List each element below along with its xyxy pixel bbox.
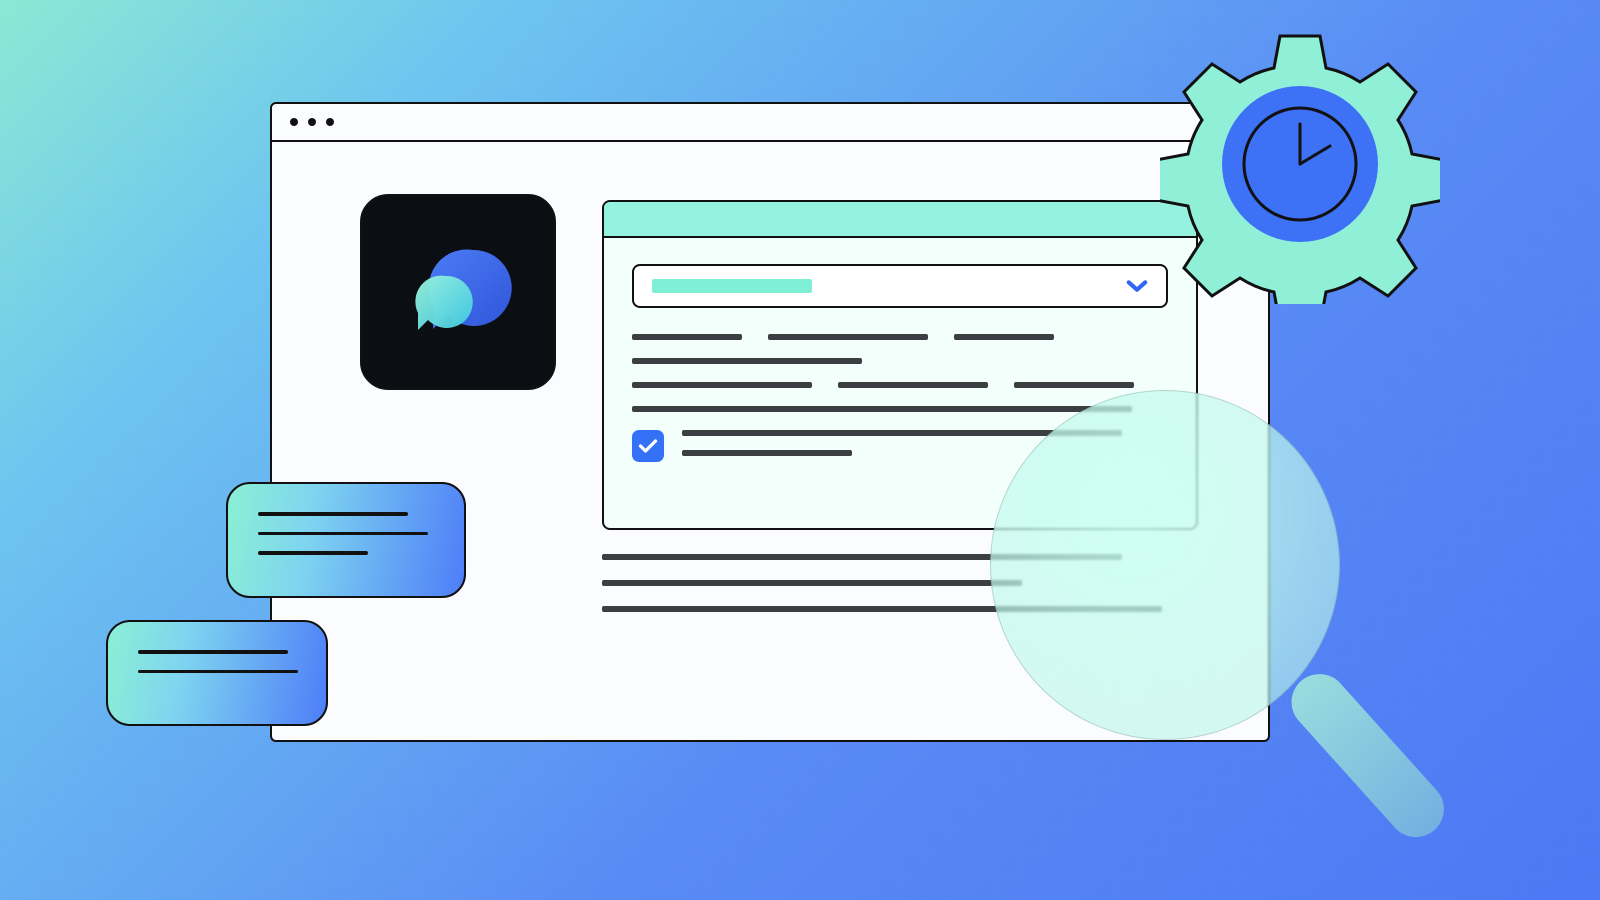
text-placeholder: [768, 334, 928, 340]
checkbox-label-placeholder: [682, 430, 1168, 470]
chat-bubble-icon: [398, 232, 518, 352]
window-titlebar: [272, 104, 1268, 142]
checkbox[interactable]: [632, 430, 664, 462]
chat-bubble: [106, 620, 328, 726]
browser-window: [270, 102, 1270, 742]
text-placeholder: [258, 512, 408, 516]
text-placeholder: [138, 650, 288, 654]
text-placeholder: [954, 334, 1054, 340]
window-dot-icon: [308, 118, 316, 126]
check-icon: [638, 438, 658, 454]
dropdown-value-placeholder: [652, 279, 812, 293]
panel-header: [604, 202, 1196, 238]
chat-bubble: [226, 482, 466, 598]
settings-panel: [602, 200, 1198, 530]
text-placeholder: [632, 334, 742, 340]
body-text-placeholder: [602, 554, 1198, 632]
placeholder-text-block: [632, 334, 1168, 470]
panel-body: [604, 238, 1196, 490]
window-dot-icon: [326, 118, 334, 126]
chevron-down-icon: [1126, 279, 1148, 293]
text-placeholder: [632, 406, 1132, 412]
app-icon: [360, 194, 556, 390]
text-placeholder: [838, 382, 988, 388]
text-placeholder: [632, 358, 862, 364]
window-dot-icon: [290, 118, 298, 126]
gear-clock-icon: [1160, 24, 1440, 304]
text-placeholder: [258, 532, 428, 536]
text-placeholder: [138, 670, 298, 674]
text-placeholder: [1014, 382, 1134, 388]
text-placeholder: [258, 551, 368, 555]
text-placeholder: [632, 382, 812, 388]
dropdown[interactable]: [632, 264, 1168, 308]
